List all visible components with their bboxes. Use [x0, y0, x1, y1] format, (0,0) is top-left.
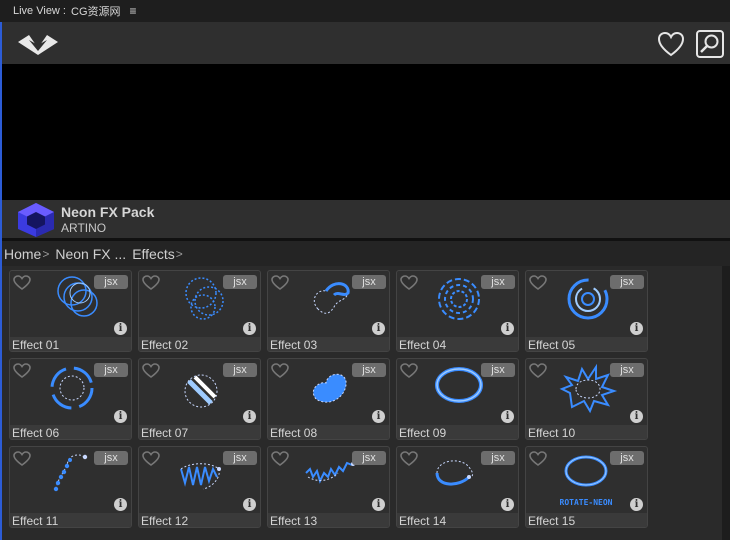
panel-tab[interactable]: Live View : CG资源网 ≡	[0, 0, 730, 22]
effect-tile[interactable]: jsx i Effect 14	[396, 446, 519, 528]
cube-logo-icon	[18, 203, 54, 237]
effect-tile[interactable]: ROTATE-NEON jsx i Effect 15	[525, 446, 648, 528]
effect-label: Effect 06	[10, 425, 131, 439]
favorite-heart-icon[interactable]	[13, 451, 31, 467]
info-icon[interactable]: i	[372, 410, 385, 423]
favorite-heart-icon[interactable]	[529, 363, 547, 379]
effect-tile[interactable]: jsx i Effect 05	[525, 270, 648, 352]
effect-tile[interactable]: jsx i Effect 13	[267, 446, 390, 528]
effect-tile[interactable]: jsx i Effect 11	[9, 446, 132, 528]
panel-source: CG资源网	[71, 6, 121, 18]
effect-label: Effect 14	[397, 513, 518, 527]
favorite-heart-icon[interactable]	[13, 363, 31, 379]
jsx-badge: jsx	[481, 363, 515, 377]
product-name: Neon FX Pack	[61, 204, 155, 220]
scrollbar[interactable]	[722, 266, 730, 540]
favorite-heart-icon[interactable]	[400, 275, 418, 291]
effect-tile[interactable]: jsx i Effect 04	[396, 270, 519, 352]
favorite-heart-icon[interactable]	[271, 275, 289, 291]
jsx-badge: jsx	[94, 275, 128, 289]
panel-title: Live View :	[13, 5, 66, 17]
jsx-badge: jsx	[223, 275, 257, 289]
favorite-heart-icon[interactable]	[529, 451, 547, 467]
jsx-badge: jsx	[94, 451, 128, 465]
effect-tile[interactable]: jsx i Effect 12	[138, 446, 261, 528]
favorite-heart-icon[interactable]	[400, 363, 418, 379]
favorite-heart-icon[interactable]	[529, 275, 547, 291]
info-icon[interactable]: i	[372, 498, 385, 511]
breadcrumb-product[interactable]: Neon FX ...	[55, 246, 126, 262]
jsx-badge: jsx	[610, 451, 644, 465]
effect-tile[interactable]: jsx i Effect 06	[9, 358, 132, 440]
effect-tile[interactable]: jsx i Effect 10	[525, 358, 648, 440]
breadcrumb-home[interactable]: Home	[4, 246, 41, 262]
jsx-badge: jsx	[352, 363, 386, 377]
jsx-badge: jsx	[481, 275, 515, 289]
effect-tile[interactable]: jsx i Effect 01	[9, 270, 132, 352]
effect-label: Effect 11	[10, 513, 131, 527]
effects-grid-area: jsx i Effect 01 jsx i Effect 02 jsx i Effect 03 j…	[2, 266, 730, 540]
info-icon[interactable]: i	[114, 410, 127, 423]
effect-label: Effect 09	[397, 425, 518, 439]
info-icon[interactable]: i	[630, 410, 643, 423]
jsx-badge: jsx	[223, 451, 257, 465]
favorite-heart-icon[interactable]	[271, 451, 289, 467]
effect-tile[interactable]: jsx i Effect 03	[267, 270, 390, 352]
info-icon[interactable]: i	[630, 498, 643, 511]
favorite-heart-icon[interactable]	[142, 451, 160, 467]
breadcrumb: Home > Neon FX ... Effects >	[2, 241, 730, 266]
jsx-badge: jsx	[352, 451, 386, 465]
jsx-badge: jsx	[94, 363, 128, 377]
effect-tile[interactable]: jsx i Effect 07	[138, 358, 261, 440]
product-bar: Neon FX Pack ARTINO	[2, 200, 730, 238]
info-icon[interactable]: i	[501, 410, 514, 423]
jsx-badge: jsx	[610, 275, 644, 289]
eye-logo-icon[interactable]	[16, 32, 60, 56]
effect-label: Effect 02	[139, 337, 260, 351]
breadcrumb-separator: >	[175, 246, 183, 261]
effects-grid: jsx i Effect 01 jsx i Effect 02 jsx i Effect 03 j…	[2, 266, 722, 540]
jsx-badge: jsx	[481, 451, 515, 465]
info-icon[interactable]: i	[372, 322, 385, 335]
effect-label: Effect 05	[526, 337, 647, 351]
panel-menu-icon[interactable]: ≡	[130, 4, 137, 18]
effect-tile[interactable]: jsx i Effect 09	[396, 358, 519, 440]
effect-label: Effect 03	[268, 337, 389, 351]
effect-tile[interactable]: jsx i Effect 08	[267, 358, 390, 440]
info-icon[interactable]: i	[114, 498, 127, 511]
breadcrumb-separator: >	[42, 246, 50, 261]
favorite-heart-icon[interactable]	[142, 363, 160, 379]
effect-tile[interactable]: jsx i Effect 02	[138, 270, 261, 352]
effect-label: Effect 15	[526, 513, 647, 527]
info-icon[interactable]: i	[243, 410, 256, 423]
effect-label: Effect 01	[10, 337, 131, 351]
info-icon[interactable]: i	[114, 322, 127, 335]
effect-label: Effect 12	[139, 513, 260, 527]
effect-label: Effect 10	[526, 425, 647, 439]
favorite-heart-icon[interactable]	[142, 275, 160, 291]
effect-label: Effect 04	[397, 337, 518, 351]
preview-area	[2, 64, 730, 200]
product-author: ARTINO	[61, 221, 107, 235]
info-icon[interactable]: i	[501, 498, 514, 511]
effect-label: Effect 07	[139, 425, 260, 439]
extension-panel: Neon FX Pack ARTINO Home > Neon FX ... E…	[0, 22, 730, 540]
effect-label: Effect 08	[268, 425, 389, 439]
search-icon[interactable]	[696, 30, 724, 58]
jsx-badge: jsx	[352, 275, 386, 289]
favorite-heart-icon[interactable]	[400, 451, 418, 467]
heart-icon[interactable]	[656, 30, 686, 58]
effect-label: Effect 13	[268, 513, 389, 527]
info-icon[interactable]: i	[630, 322, 643, 335]
favorite-heart-icon[interactable]	[271, 363, 289, 379]
effect-caption: ROTATE-NEON	[560, 498, 613, 507]
favorite-heart-icon[interactable]	[13, 275, 31, 291]
info-icon[interactable]: i	[501, 322, 514, 335]
breadcrumb-effects[interactable]: Effects	[132, 246, 175, 262]
jsx-badge: jsx	[223, 363, 257, 377]
info-icon[interactable]: i	[243, 322, 256, 335]
info-icon[interactable]: i	[243, 498, 256, 511]
jsx-badge: jsx	[610, 363, 644, 377]
top-bar	[2, 22, 730, 64]
